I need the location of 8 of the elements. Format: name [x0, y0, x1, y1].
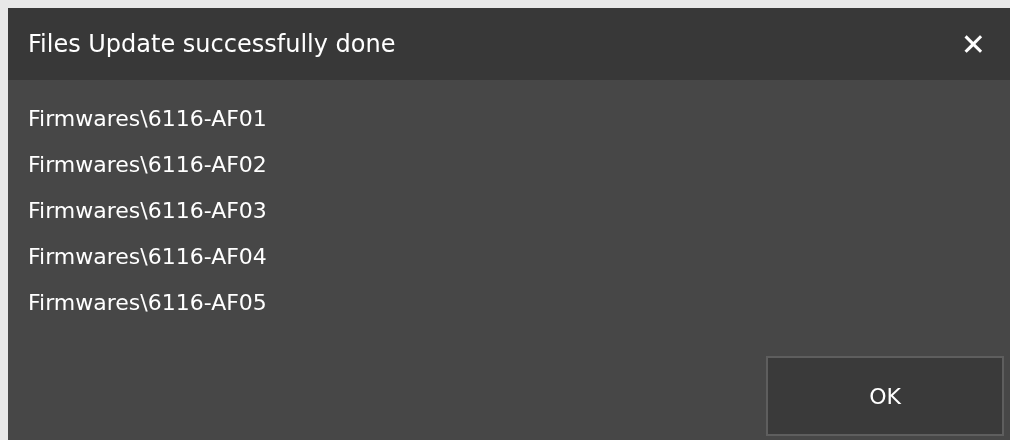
file-path: Firmwares\6116-AF04 [28, 243, 268, 271]
file-path: Firmwares\6116-AF03 [28, 197, 268, 225]
close-button[interactable]: ✕ [956, 26, 990, 62]
file-path: Firmwares\6116-AF02 [28, 151, 268, 179]
file-path: Firmwares\6116-AF01 [28, 105, 268, 133]
window-title: Files Update successfully done [28, 30, 396, 58]
file-path: Firmwares\6116-AF05 [28, 289, 268, 317]
ok-button[interactable]: OK [766, 356, 1004, 436]
